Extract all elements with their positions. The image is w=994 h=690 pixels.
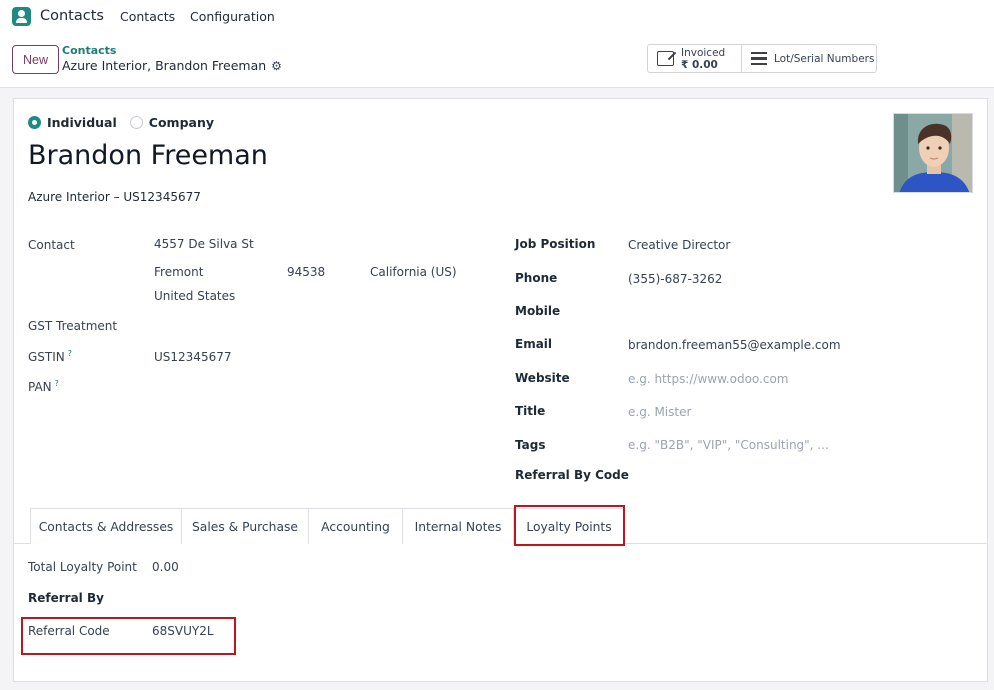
gstin-help-icon[interactable]: ? — [68, 349, 72, 358]
radio-company-label[interactable]: Company — [149, 115, 214, 130]
email-label: Email — [515, 337, 553, 351]
menu-configuration[interactable]: Configuration — [190, 9, 275, 24]
radio-company[interactable] — [129, 116, 143, 129]
state-field[interactable]: California (US) — [370, 265, 457, 279]
radio-individual-label[interactable]: Individual — [47, 115, 117, 130]
breadcrumb-current: Azure Interior, Brandon Freeman ⚙ — [62, 58, 282, 73]
invoiced-smart-button[interactable]: Invoiced ₹ 0.00 — [648, 45, 742, 72]
avatar[interactable] — [893, 113, 973, 193]
total-loyalty-point-value: 0.00 — [152, 560, 179, 574]
website-label: Website — [515, 371, 570, 385]
contact-label: Contact — [28, 238, 75, 252]
gst-treatment-label: GST Treatment — [28, 319, 118, 333]
tags-field[interactable]: e.g. "B2B", "VIP", "Consulting", ... — [628, 438, 829, 452]
email-field[interactable]: brandon.freeman55@example.com — [628, 338, 841, 352]
lot-serial-smart-button[interactable]: Lot/Serial Numbers — [742, 45, 876, 72]
smart-buttons: Invoiced ₹ 0.00 Lot/Serial Numbers — [647, 44, 877, 73]
title-field[interactable]: e.g. Mister — [628, 405, 691, 419]
invoiced-value: ₹ 0.00 — [681, 58, 718, 71]
pencil-square-icon — [657, 51, 674, 66]
top-navbar: Contacts Contacts Configuration — [0, 0, 994, 34]
new-button[interactable]: New — [12, 45, 59, 74]
pan-label-text: PAN — [28, 380, 52, 394]
form-sheet: Individual Company Brandon Freeman Azure… — [13, 98, 988, 682]
menu-contacts[interactable]: Contacts — [120, 9, 175, 24]
pan-label: PAN? — [28, 379, 59, 394]
zip-field[interactable]: 94538 — [287, 265, 325, 279]
country-field[interactable]: United States — [154, 289, 235, 303]
referral-code-highlight — [21, 617, 236, 655]
company-type-radio: Individual Company — [28, 115, 227, 130]
phone-field[interactable]: (355)-687-3262 — [628, 272, 722, 286]
job-position-field[interactable]: Creative Director — [628, 238, 730, 252]
gstin-label: GSTIN? — [28, 349, 72, 364]
breadcrumb-parent[interactable]: Contacts — [62, 44, 116, 57]
gstin-label-text: GSTIN — [28, 350, 65, 364]
tags-label: Tags — [515, 438, 546, 452]
portrait-image — [894, 114, 972, 192]
title-label: Title — [515, 404, 546, 418]
tab-sales-purchase[interactable]: Sales & Purchase — [181, 508, 309, 544]
pan-help-icon[interactable]: ? — [55, 379, 59, 388]
website-field[interactable]: e.g. https://www.odoo.com — [628, 372, 789, 386]
invoiced-label: Invoiced — [681, 46, 726, 59]
radio-individual[interactable] — [28, 116, 41, 129]
control-panel: New Contacts Azure Interior, Brandon Fre… — [0, 34, 994, 88]
contacts-app-icon[interactable] — [12, 7, 31, 26]
tab-contacts-addresses[interactable]: Contacts & Addresses — [30, 508, 182, 544]
phone-label: Phone — [515, 271, 558, 285]
tab-internal-notes[interactable]: Internal Notes — [402, 508, 514, 544]
company-vat-line[interactable]: Azure Interior – US12345677 — [28, 190, 201, 204]
referral-by-label: Referral By — [28, 591, 104, 605]
city-field[interactable]: Fremont — [154, 265, 203, 279]
record-name: Azure Interior, Brandon Freeman — [62, 58, 267, 73]
gstin-field[interactable]: US12345677 — [154, 350, 231, 364]
gear-icon[interactable]: ⚙ — [271, 59, 282, 73]
loyalty-tab-highlight — [514, 505, 625, 546]
mobile-label: Mobile — [515, 304, 561, 318]
street-field[interactable]: 4557 De Silva St — [154, 237, 254, 251]
list-icon — [751, 51, 767, 66]
partner-name-field[interactable]: Brandon Freeman — [28, 140, 268, 171]
lot-serial-label: Lot/Serial Numbers — [774, 52, 875, 65]
job-position-label: Job Position — [515, 237, 596, 251]
tab-accounting[interactable]: Accounting — [308, 508, 403, 544]
app-name[interactable]: Contacts — [40, 8, 104, 24]
referral-by-code-label: Referral By Code — [515, 468, 629, 482]
total-loyalty-point-label: Total Loyalty Point — [28, 560, 137, 574]
